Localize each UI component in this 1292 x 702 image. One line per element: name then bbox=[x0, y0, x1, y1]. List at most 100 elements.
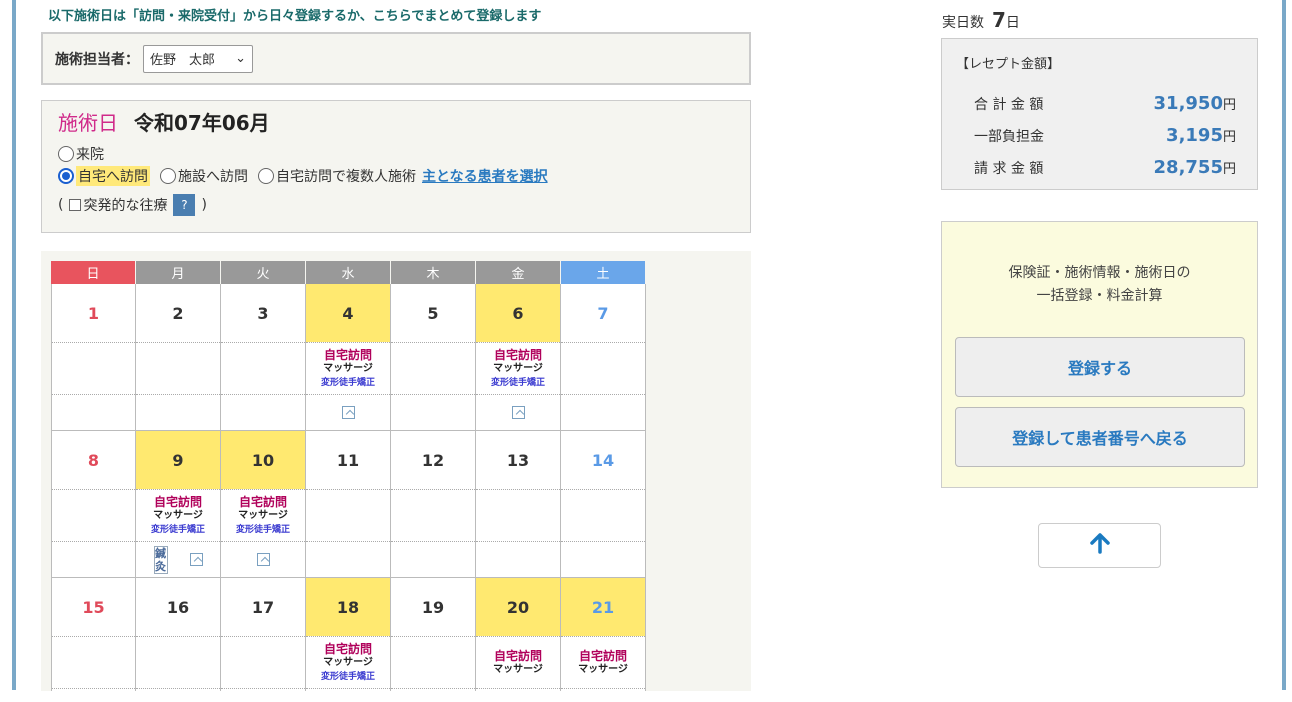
day-cell[interactable]: 3 bbox=[221, 284, 306, 431]
day-cell[interactable]: 19 bbox=[391, 578, 476, 691]
radio-jitaku[interactable] bbox=[58, 168, 74, 184]
day-number: 5 bbox=[427, 303, 439, 323]
weekday-tue: 火 bbox=[221, 261, 306, 284]
total-value: 31,950 bbox=[1153, 93, 1223, 114]
visit-massage: マッサージ bbox=[323, 656, 373, 668]
day-cell[interactable]: 4 自宅訪問 マッサージ 変形徒手矯正 bbox=[306, 284, 391, 431]
total-row: 合 計 金 額 31,950円 bbox=[974, 93, 1236, 114]
day-number: 21 bbox=[561, 578, 645, 636]
visit-type: 自宅訪問 bbox=[493, 648, 542, 663]
receipt-title: 【レセプト金額】 bbox=[956, 57, 1061, 72]
day-cell[interactable]: 21 自宅訪問 マッサージ bbox=[561, 578, 646, 691]
calendar-week: 1 2 3 4 自宅訪問 マッサージ 変形徒手矯正 5 6 自宅訪問 マッサージ 変形徒… bbox=[51, 284, 646, 431]
day-cell[interactable]: 6 自宅訪問 マッサージ 変形徒手矯正 bbox=[476, 284, 561, 431]
copay-row: 一部負担金 3,195円 bbox=[974, 125, 1236, 146]
claim-row: 請 求 金 額 28,755円 bbox=[974, 157, 1236, 178]
day-number: 19 bbox=[421, 597, 445, 617]
yen-unit: 円 bbox=[1222, 130, 1236, 145]
acupuncture-badge: 鍼灸 bbox=[153, 545, 168, 574]
register-desc-line1: 保険証・施術情報・施術日の bbox=[1008, 265, 1191, 281]
date-month: 令和07年06月 bbox=[134, 111, 270, 135]
day-cell[interactable]: 20 自宅訪問 マッサージ bbox=[476, 578, 561, 691]
memo-icon[interactable] bbox=[511, 406, 525, 419]
day-cell[interactable]: 1 bbox=[51, 284, 136, 431]
sudden-checkbox[interactable] bbox=[69, 199, 82, 211]
sudden-open: ( bbox=[58, 197, 64, 213]
day-cell[interactable]: 11 bbox=[306, 431, 391, 578]
day-number: 8 bbox=[87, 450, 100, 470]
staff-label: 施術担当者： bbox=[55, 51, 139, 68]
calendar: 日 月 火 水 木 金 土 1 2 3 4 自宅訪問 マッサージ 変形徒手矯正 5 … bbox=[51, 261, 646, 691]
day-number: 12 bbox=[421, 450, 445, 470]
visit-correction: 変形徒手矯正 bbox=[490, 377, 545, 388]
day-cell[interactable]: 10 自宅訪問 マッサージ 変形徒手矯正 bbox=[221, 431, 306, 578]
visit-correction: 変形徒手矯正 bbox=[150, 524, 205, 535]
radio-jitaku-label: 自宅へ訪問 bbox=[76, 166, 150, 186]
memo-icon[interactable] bbox=[341, 406, 355, 419]
register-desc-line2: 一括登録・料金計算 bbox=[1036, 288, 1163, 304]
yen-unit: 円 bbox=[1222, 162, 1236, 177]
day-cell[interactable]: 15 bbox=[51, 578, 136, 691]
visit-massage: マッサージ bbox=[493, 663, 543, 675]
day-cell[interactable]: 13 bbox=[476, 431, 561, 578]
receipt-box: 【レセプト金額】 合 計 金 額 31,950円 一部負担金 3,195円 請 … bbox=[941, 38, 1258, 190]
day-cell[interactable]: 14 bbox=[561, 431, 646, 578]
visit-massage: マッサージ bbox=[323, 362, 373, 374]
day-number: 3 bbox=[257, 303, 269, 323]
register-button[interactable]: 登録する bbox=[955, 337, 1245, 397]
day-cell[interactable]: 18 自宅訪問 マッサージ 変形徒手矯正 bbox=[306, 578, 391, 691]
visit-type: 自宅訪問 bbox=[153, 494, 202, 509]
arrow-up-icon bbox=[1089, 532, 1111, 560]
visit-massage: マッサージ bbox=[238, 509, 288, 521]
calendar-area: 日 月 火 水 木 金 土 1 2 3 4 自宅訪問 マッサージ 変形徒手矯正 5 … bbox=[41, 251, 751, 691]
day-number: 1 bbox=[87, 303, 100, 323]
claim-label: 請 求 金 額 bbox=[974, 161, 1044, 177]
day-cell[interactable]: 9 自宅訪問 マッサージ変形徒手矯正 鍼灸 bbox=[136, 431, 221, 578]
day-number: 17 bbox=[251, 597, 275, 617]
day-number: 4 bbox=[306, 284, 390, 342]
yen-unit: 円 bbox=[1222, 98, 1236, 113]
select-main-patient-link[interactable]: 主となる患者を選択 bbox=[422, 166, 548, 186]
day-number: 7 bbox=[597, 303, 609, 323]
radio-raiin[interactable] bbox=[58, 146, 74, 162]
day-number: 20 bbox=[476, 578, 560, 636]
day-cell[interactable]: 2 bbox=[136, 284, 221, 431]
calendar-week: 15 16 17 18 自宅訪問 マッサージ 変形徒手矯正 19 20 自宅訪問 マッ… bbox=[51, 578, 646, 691]
day-cell[interactable]: 7 bbox=[561, 284, 646, 431]
day-number: 9 bbox=[136, 431, 220, 489]
visit-correction: 変形徒手矯正 bbox=[320, 671, 375, 682]
chevron-down-icon: ⌄ bbox=[235, 51, 246, 66]
day-cell[interactable]: 8 bbox=[51, 431, 136, 578]
date-title: 施術日 bbox=[58, 111, 118, 135]
day-cell[interactable]: 12 bbox=[391, 431, 476, 578]
day-number: 6 bbox=[476, 284, 560, 342]
radio-shisetsu[interactable] bbox=[160, 168, 176, 184]
weekday-sat: 土 bbox=[561, 261, 646, 284]
date-box: 施術日 令和07年06月 来院 自宅へ訪問 施設へ訪問 自宅訪問で複数人施術 主… bbox=[41, 100, 751, 233]
day-number: 14 bbox=[591, 450, 615, 470]
day-number: 16 bbox=[166, 597, 190, 617]
staff-box: 施術担当者： 佐野 太郎 ⌄ bbox=[41, 32, 751, 85]
day-cell[interactable]: 16 bbox=[136, 578, 221, 691]
day-number: 11 bbox=[336, 450, 360, 470]
visit-type: 自宅訪問 bbox=[323, 641, 372, 656]
day-cell[interactable]: 5 bbox=[391, 284, 476, 431]
register-description: 保険証・施術情報・施術日の 一括登録・料金計算 bbox=[942, 262, 1257, 308]
help-icon[interactable]: ? bbox=[173, 194, 196, 216]
weekday-fri: 金 bbox=[476, 261, 561, 284]
day-cell[interactable]: 17 bbox=[221, 578, 306, 691]
calendar-week: 8 9 自宅訪問 マッサージ 変形徒手矯正 鍼灸 10 自宅訪問 マッサージ 変形徒手矯… bbox=[51, 431, 646, 578]
visit-massage: マッサージ bbox=[153, 509, 203, 521]
staff-select[interactable]: 佐野 太郎 ⌄ bbox=[143, 44, 253, 73]
radio-fukusu[interactable] bbox=[258, 168, 274, 184]
weekday-thu: 木 bbox=[391, 261, 476, 284]
memo-icon[interactable] bbox=[189, 553, 203, 566]
memo-icon[interactable] bbox=[256, 553, 270, 566]
claim-value: 28,755 bbox=[1153, 157, 1223, 178]
visit-massage: マッサージ bbox=[493, 362, 543, 374]
radio-raiin-label: 来院 bbox=[76, 147, 104, 163]
radio-shisetsu-label: 施設へ訪問 bbox=[178, 169, 248, 185]
scroll-top-button[interactable] bbox=[1038, 523, 1161, 568]
register-and-return-button[interactable]: 登録して患者番号へ戻る bbox=[955, 407, 1245, 467]
copay-label: 一部負担金 bbox=[974, 129, 1044, 145]
